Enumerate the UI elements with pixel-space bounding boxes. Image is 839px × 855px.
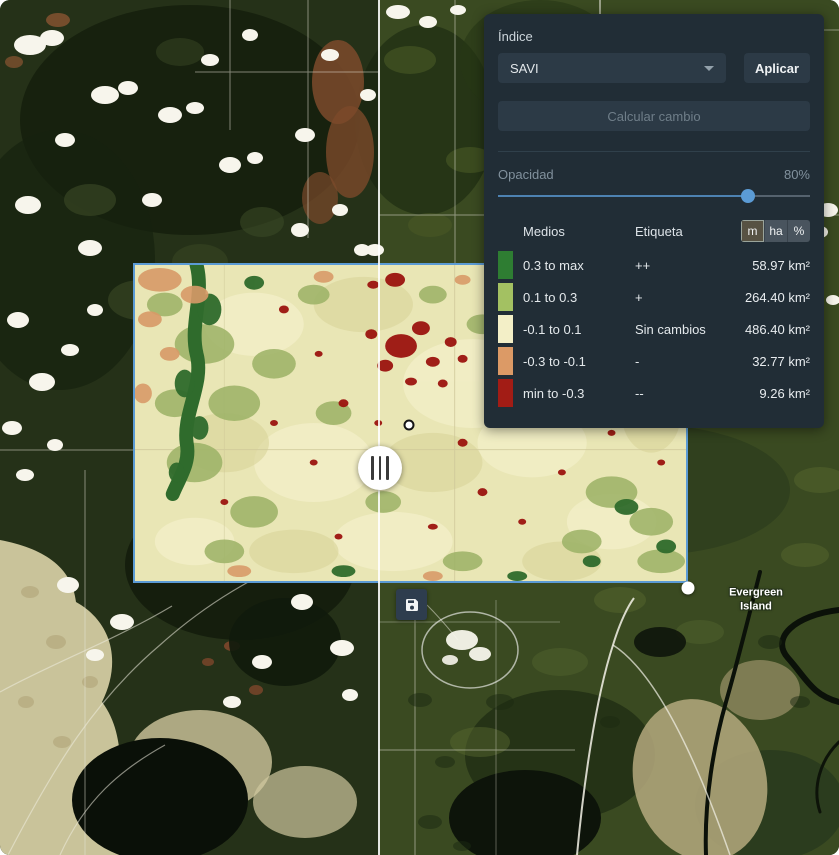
legend-area: 9.26 km² <box>759 386 810 401</box>
unit-toggle: m ha % <box>741 220 810 242</box>
legend-label: + <box>635 290 745 305</box>
opacity-slider-fill <box>498 195 748 197</box>
legend-swatch <box>498 315 513 343</box>
legend-row: min to -0.3 -- 9.26 km² <box>498 377 810 409</box>
legend-label: - <box>635 354 752 369</box>
index-label: Índice <box>498 29 810 44</box>
legend-header-means: Medios <box>523 224 635 239</box>
unit-toggle-ha[interactable]: ha <box>764 220 787 242</box>
legend-swatch <box>498 379 513 407</box>
save-icon <box>404 597 420 613</box>
legend-row: 0.1 to 0.3 + 264.40 km² <box>498 281 810 313</box>
opacity-label: Opacidad <box>498 167 554 182</box>
aoi-vertex-handle[interactable] <box>682 582 695 595</box>
map-view: Evergreen Island Índice SAVI Aplicar Cal… <box>0 0 839 855</box>
legend-swatch <box>498 283 513 311</box>
legend-range: -0.1 to 0.1 <box>523 322 635 337</box>
opacity-slider[interactable] <box>498 189 810 203</box>
legend-label: -- <box>635 386 759 401</box>
index-dropdown[interactable]: SAVI <box>498 53 726 83</box>
legend-label: ++ <box>635 258 752 273</box>
chevron-down-icon <box>704 66 714 71</box>
opacity-value: 80% <box>784 167 810 182</box>
legend-area: 32.77 km² <box>752 354 810 369</box>
legend: 0.3 to max ++ 58.97 km² 0.1 to 0.3 + 264… <box>498 249 810 409</box>
index-panel: Índice SAVI Aplicar Calcular cambio Opac… <box>484 14 824 428</box>
apply-button[interactable]: Aplicar <box>744 53 810 83</box>
legend-range: 0.1 to 0.3 <box>523 290 635 305</box>
index-dropdown-value: SAVI <box>510 61 539 76</box>
unit-toggle-percent[interactable]: % <box>787 220 810 242</box>
legend-swatch <box>498 347 513 375</box>
legend-header-etiqueta: Etiqueta <box>635 224 741 239</box>
legend-range: min to -0.3 <box>523 386 635 401</box>
legend-area: 264.40 km² <box>745 290 810 305</box>
legend-row: 0.3 to max ++ 58.97 km² <box>498 249 810 281</box>
compare-slider-handle[interactable] <box>358 446 402 490</box>
opacity-slider-thumb[interactable] <box>741 189 755 203</box>
legend-area: 486.40 km² <box>745 322 810 337</box>
legend-area: 58.97 km² <box>752 258 810 273</box>
calc-change-button[interactable]: Calcular cambio <box>498 101 810 131</box>
legend-row: -0.3 to -0.1 - 32.77 km² <box>498 345 810 377</box>
legend-row: -0.1 to 0.1 Sin cambios 486.40 km² <box>498 313 810 345</box>
legend-swatch <box>498 251 513 279</box>
legend-label: Sin cambios <box>635 322 745 337</box>
legend-range: -0.3 to -0.1 <box>523 354 635 369</box>
compare-divider-line <box>378 0 380 855</box>
unit-toggle-m[interactable]: m <box>741 220 764 242</box>
map-point-marker[interactable] <box>404 420 415 431</box>
save-aoi-button[interactable] <box>396 589 427 620</box>
drag-bars-icon <box>371 456 374 480</box>
panel-divider <box>498 151 810 152</box>
legend-range: 0.3 to max <box>523 258 635 273</box>
map-label-evergreen-island: Evergreen Island <box>720 586 792 615</box>
